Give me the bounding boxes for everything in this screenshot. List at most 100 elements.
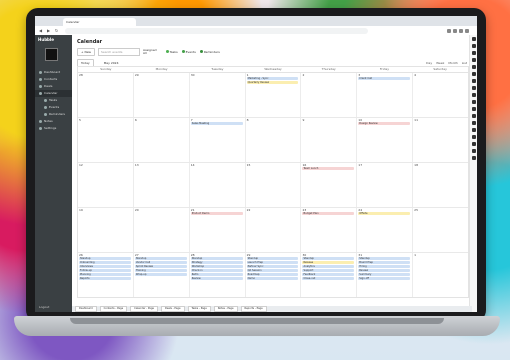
calendar-event[interactable]: Strategy	[190, 261, 243, 264]
browser-tab[interactable]: Calendar	[63, 18, 136, 26]
side-panel-app-icon[interactable]	[471, 149, 476, 153]
side-panel-app-icon[interactable]	[471, 121, 476, 125]
calendar-day-cell[interactable]: 22	[246, 208, 302, 252]
bottom-tab[interactable]: Deals - Page	[160, 306, 185, 312]
view-option[interactable]: Week	[436, 61, 444, 65]
calendar-event[interactable]: Team Lunch	[302, 167, 355, 170]
view-option[interactable]: Month	[448, 61, 457, 65]
side-panel-app-icon[interactable]	[471, 156, 476, 160]
calendar-day-cell[interactable]: 31 Standup Board Prep Hiring Review Summary Si…	[357, 253, 414, 297]
calendar-event[interactable]: Standup	[246, 257, 299, 260]
calendar-day-cell[interactable]: 26 Standup Onboarding Interviews Follow-up Pl…	[78, 253, 134, 297]
calendar-event[interactable]: Sales Meeting	[190, 122, 243, 125]
calendar-day-cell[interactable]: 20	[134, 208, 190, 252]
reload-icon[interactable]: ↻	[54, 28, 59, 33]
side-panel-app-icon[interactable]	[471, 93, 476, 97]
calendar-event[interactable]: QA Session	[246, 269, 299, 272]
side-panel-app-icon[interactable]	[471, 44, 476, 48]
sidebar-item[interactable]: Deals	[35, 83, 72, 90]
extension-icon[interactable]	[453, 28, 457, 33]
bottom-tab[interactable]: Notes - Page	[213, 306, 238, 312]
calendar-day-cell[interactable]: 2	[301, 73, 358, 117]
view-option[interactable]: List	[462, 61, 467, 65]
extension-icon[interactable]	[447, 28, 451, 33]
calendar-day-cell[interactable]: 4	[413, 73, 468, 117]
bottom-tab[interactable]: Calendar - Page	[130, 306, 158, 312]
side-panel-app-icon[interactable]	[471, 86, 476, 90]
calendar-day-cell[interactable]: 18	[413, 163, 468, 207]
sidebar-item[interactable]: Reminders	[35, 111, 72, 118]
avatar[interactable]	[45, 48, 58, 61]
calendar-day-cell[interactable]: 7 Sales Meeting	[190, 118, 246, 162]
sidebar-item[interactable]: Settings	[35, 125, 72, 132]
arrow-right-icon[interactable]: ▶	[46, 28, 51, 33]
calendar-day-cell[interactable]: 27 Standup Vendor Call Sprint Review Trainin…	[134, 253, 190, 297]
calendar-event[interactable]: Review	[358, 269, 411, 272]
calendar-event[interactable]: Close-out	[302, 277, 355, 280]
side-panel-app-icon[interactable]	[471, 100, 476, 104]
side-panel-app-icon[interactable]	[471, 128, 476, 132]
calendar-event[interactable]: Budget Plan	[302, 212, 355, 215]
calendar-day-cell[interactable]: 9	[301, 118, 358, 162]
calendar-event[interactable]: Offsite	[358, 212, 411, 215]
calendar-day-cell[interactable]: 13	[134, 163, 190, 207]
calendar-event[interactable]: Sign-off	[358, 277, 411, 280]
calendar-event[interactable]: Board Prep	[358, 261, 411, 264]
profile-icon[interactable]	[465, 28, 469, 33]
calendar-event[interactable]: Interviews	[79, 265, 131, 268]
calendar-day-cell[interactable]: 6	[134, 118, 190, 162]
calendar-event[interactable]: Standup	[190, 257, 243, 260]
side-panel-app-icon[interactable]	[471, 79, 476, 83]
calendar-day-cell[interactable]: 5	[78, 118, 134, 162]
calendar-day-cell[interactable]: 15	[246, 163, 302, 207]
calendar-event[interactable]: Partner Sync	[246, 265, 299, 268]
calendar-day-cell[interactable]: 1 Marketing - Sync Quarterly Review	[246, 73, 302, 117]
calendar-event[interactable]: Wrap-up	[134, 273, 187, 276]
calendar-day-cell[interactable]: 3 Client Call	[357, 73, 414, 117]
bottom-tab[interactable]: Contacts - Page	[99, 306, 128, 312]
calendar-event[interactable]: Standup	[358, 257, 411, 260]
sidebar-item[interactable]: Tasks	[35, 97, 72, 104]
calendar-event[interactable]: Hiring	[358, 265, 411, 268]
legend-item[interactable]: Tasks	[165, 50, 178, 54]
calendar-event[interactable]: Quarterly Review	[246, 81, 299, 84]
calendar-day-cell[interactable]: 29	[134, 73, 190, 117]
side-panel-app-icon[interactable]	[471, 135, 476, 139]
legend-item[interactable]: Events	[181, 50, 196, 54]
side-panel-app-icon[interactable]	[471, 65, 476, 69]
bottom-tab[interactable]: Dashboard	[75, 306, 97, 312]
side-panel-app-icon[interactable]	[471, 58, 476, 62]
calendar-event[interactable]: Support	[302, 269, 355, 272]
calendar-day-cell[interactable]: 8	[246, 118, 302, 162]
sidebar-item[interactable]: Dashboard	[35, 69, 72, 76]
calendar-day-cell[interactable]: 28 Standup Strategy Workshop Check-in Retro Re…	[190, 253, 246, 297]
assigned-filter[interactable]: Assigned All	[143, 48, 157, 55]
calendar-day-cell[interactable]: 12	[78, 163, 134, 207]
calendar-event[interactable]: Retro	[190, 273, 243, 276]
calendar-event[interactable]: Vendor Call	[134, 261, 187, 264]
calendar-event[interactable]: Summary	[358, 273, 411, 276]
calendar-day-cell[interactable]: 14	[190, 163, 246, 207]
calendar-day-cell[interactable]: 30 Standup Release Analytics Support Feedback…	[301, 253, 358, 297]
calendar-event[interactable]: Workshop	[190, 265, 243, 268]
bottom-tab[interactable]: Tasks - Page	[187, 306, 211, 312]
calendar-day-cell[interactable]: 24 Offsite	[357, 208, 414, 252]
side-panel-app-icon[interactable]	[471, 107, 476, 111]
calendar-day-cell[interactable]: 30	[190, 73, 246, 117]
side-panel-app-icon[interactable]	[471, 51, 476, 55]
sidebar-item[interactable]: Calendar	[35, 90, 72, 97]
side-panel-app-icon[interactable]	[471, 72, 476, 76]
sidebar-item[interactable]: Notes	[35, 118, 72, 125]
add-event-button[interactable]: + New	[77, 47, 96, 56]
calendar-event[interactable]: Launch Prep	[246, 261, 299, 264]
calendar-event[interactable]: Demo	[246, 277, 299, 280]
calendar-day-cell[interactable]: 29 Standup Launch Prep Partner Sync QA Sessi…	[246, 253, 302, 297]
calendar-event[interactable]: Review	[190, 277, 243, 280]
calendar-event[interactable]: Follow-up	[79, 269, 131, 272]
calendar-event[interactable]: Check-in	[190, 269, 243, 272]
calendar-day-cell[interactable]: 21 Product Demo	[190, 208, 246, 252]
calendar-day-cell[interactable]: 19	[78, 208, 134, 252]
calendar-event[interactable]: Client Call	[358, 77, 411, 80]
calendar-event[interactable]: Design Review	[358, 122, 411, 125]
side-panel-app-icon[interactable]	[471, 114, 476, 118]
